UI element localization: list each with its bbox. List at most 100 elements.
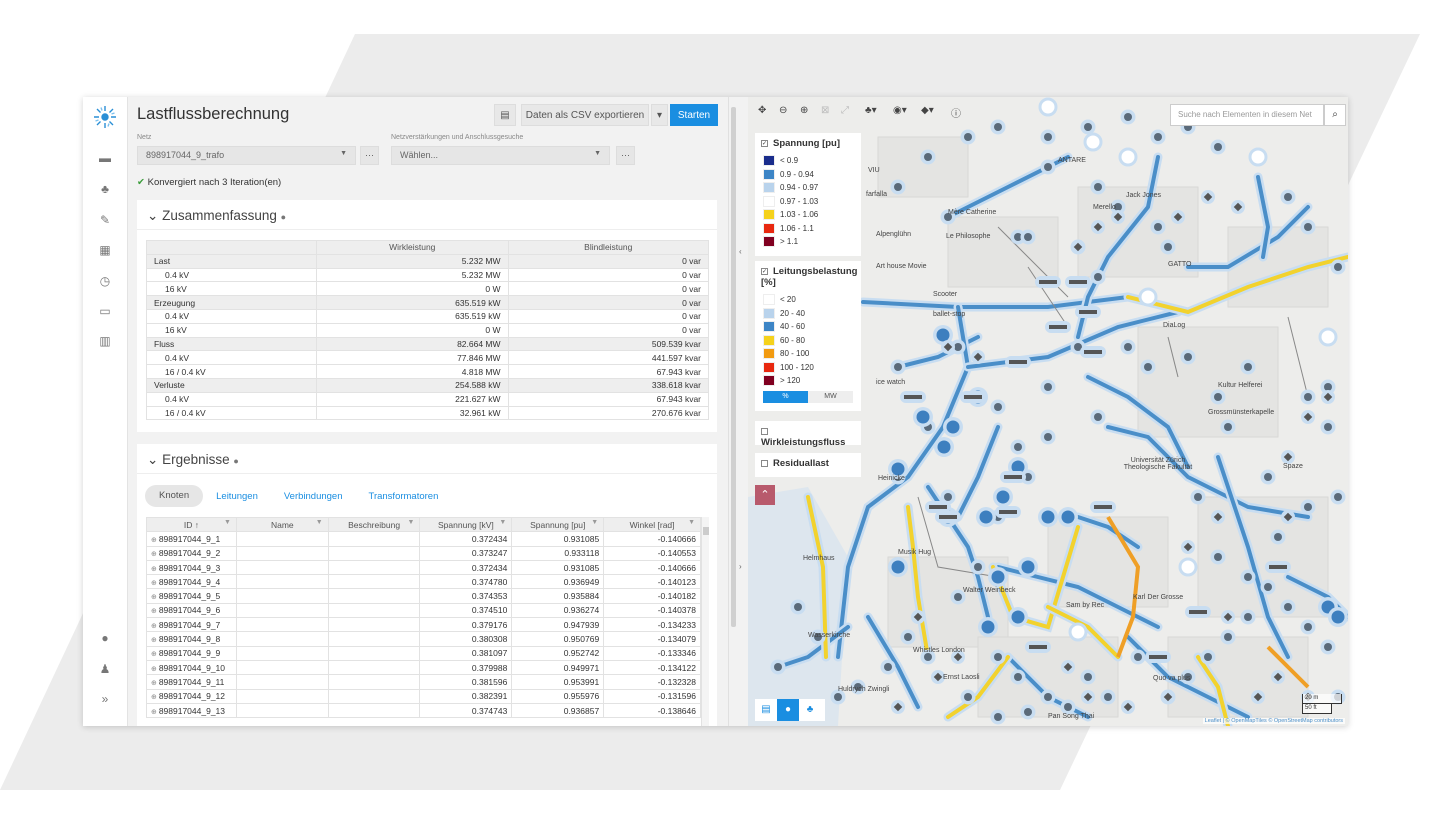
- help-icon[interactable]: ●: [233, 456, 238, 466]
- tab-transformatoren[interactable]: Transformatoren: [356, 491, 452, 502]
- help-icon[interactable]: ●: [281, 212, 286, 222]
- zoom-in-icon[interactable]: ⊕: [800, 105, 808, 116]
- search-icon[interactable]: ⌕: [1324, 104, 1346, 126]
- locate-icon[interactable]: ⊕: [151, 651, 159, 658]
- table-row[interactable]: ⊕ 898917044_9_2 0.373247 0.933118 -0.140553: [146, 545, 701, 561]
- table-row[interactable]: ⊕ 898917044_9_1 0.372434 0.931085 -0.140666: [146, 531, 701, 547]
- map-search-input[interactable]: Suche nach Elementen in diesem Net: [1170, 104, 1324, 126]
- zoom-out-icon[interactable]: ⊖: [779, 105, 787, 116]
- filter-icon[interactable]: ▼: [224, 519, 231, 526]
- network-map[interactable]: ✥ ⊖ ⊕ ⊠ ⤢ ♣▾ ◉▾ ◆▾ ⓘ Suche nach Elemente…: [748, 97, 1348, 726]
- unit-mw-button[interactable]: MW: [808, 390, 853, 403]
- locate-icon[interactable]: ⊕: [151, 709, 159, 716]
- results-column-header[interactable]: Spannung [kV] ▼: [419, 516, 513, 533]
- summary-header[interactable]: ⌄ Zusammenfassung ●: [137, 200, 717, 230]
- table-row[interactable]: ⊕ 898917044_9_8 0.380308 0.950769 -0.134079: [146, 631, 701, 647]
- active-power-toggle[interactable]: Wirkleistungsfluss: [755, 421, 861, 448]
- table-row[interactable]: ⊕ 898917044_9_6 0.374510 0.936274 -0.140378: [146, 602, 701, 619]
- table-row[interactable]: ⊕ 898917044_9_4 0.374780 0.936949 -0.140123: [146, 574, 701, 590]
- filter-icon[interactable]: ▼: [316, 519, 323, 526]
- panel-scrollbar[interactable]: [731, 107, 736, 627]
- map-attribution[interactable]: Leaflet | © OpenMapTiles © OpenStreetMap…: [1202, 718, 1345, 724]
- filter-icon[interactable]: ▼: [688, 519, 695, 526]
- locate-icon[interactable]: ⊕: [151, 594, 159, 601]
- tab-knoten[interactable]: Knoten: [145, 485, 204, 507]
- tab-leitungen[interactable]: Leitungen: [203, 491, 271, 502]
- results-column-header[interactable]: Winkel [rad] ▼: [603, 516, 701, 533]
- monitor-icon[interactable]: ▭: [95, 301, 115, 321]
- results-header[interactable]: ⌄ Ergebnisse ●: [137, 444, 717, 474]
- table-row[interactable]: ⊕ 898917044_9_3 0.372434 0.931085 -0.140666: [146, 559, 701, 576]
- table-row[interactable]: ⊕ 898917044_9_10 0.379988 0.949971 -0.13412…: [146, 659, 701, 676]
- filter-icon[interactable]: ▼: [591, 519, 598, 526]
- fullscreen-icon[interactable]: ⤢: [841, 105, 849, 116]
- clock-icon[interactable]: ◷: [95, 271, 115, 291]
- sort-ascending-icon[interactable]: ↑: [192, 520, 199, 530]
- reinforcement-select[interactable]: Wählen... ▼: [391, 146, 610, 165]
- locate-icon[interactable]: ⊕: [151, 623, 159, 630]
- visibility-icon[interactable]: ◉▾: [893, 105, 907, 116]
- checkbox-icon[interactable]: [761, 427, 768, 435]
- info-icon[interactable]: ⓘ: [951, 105, 961, 120]
- locate-icon[interactable]: ⊕: [151, 580, 159, 587]
- user-icon[interactable]: ♟: [95, 659, 115, 679]
- table-row[interactable]: ⊕ 898917044_9_9 0.381097 0.952742 -0.133346: [146, 645, 701, 661]
- results-column-header[interactable]: Beschreibung ▼: [327, 516, 421, 533]
- panel-divider[interactable]: ‹ ›: [728, 97, 748, 726]
- folder-icon[interactable]: ▬: [95, 148, 115, 168]
- checkbox-checked-icon[interactable]: ✓: [761, 139, 768, 147]
- collapse-legend-button[interactable]: ⌃: [755, 485, 775, 505]
- locate-icon[interactable]: ⊕: [151, 680, 159, 687]
- locate-icon[interactable]: ⊕: [151, 566, 159, 573]
- legend-item-label: 1.06 - 1.1: [780, 223, 814, 233]
- table-row[interactable]: ⊕ 898917044_9_7 0.379176 0.947939 -0.134233: [146, 617, 701, 633]
- locate-icon[interactable]: ⊕: [151, 537, 159, 544]
- tree-view-icon[interactable]: ♣: [799, 699, 821, 721]
- move-icon[interactable]: ✥: [758, 105, 766, 116]
- unit-percent-button[interactable]: %: [763, 390, 808, 403]
- results-column-header[interactable]: Spannung [pu] ▼: [511, 516, 605, 533]
- collapse-left-icon[interactable]: ‹: [739, 247, 742, 256]
- document-icon[interactable]: ▤: [494, 104, 516, 126]
- reinforcement-more-button[interactable]: ···: [616, 146, 635, 165]
- bar-chart-icon[interactable]: ▥: [95, 331, 115, 351]
- net-more-button[interactable]: ···: [360, 146, 379, 165]
- locate-icon[interactable]: ⊕: [151, 551, 159, 558]
- select-area-icon[interactable]: ⊠: [821, 105, 829, 116]
- results-column-header[interactable]: ID ↑ ▼: [146, 516, 237, 533]
- export-dropdown-button[interactable]: ▾: [651, 104, 668, 126]
- net-select[interactable]: 898917044_9_trafo ▼: [137, 146, 356, 165]
- table-row[interactable]: ⊕ 898917044_9_13 0.374743 0.936857 -0.13864…: [146, 702, 701, 719]
- table-scrollbar[interactable]: [701, 517, 709, 726]
- tab-verbindungen[interactable]: Verbindungen: [271, 491, 356, 502]
- table-view-icon[interactable]: ▤: [755, 699, 777, 721]
- checkbox-icon[interactable]: [761, 459, 768, 467]
- residual-load-toggle[interactable]: Residuallast: [755, 453, 861, 477]
- app-logo-icon[interactable]: [92, 104, 118, 130]
- tag-icon[interactable]: ◆▾: [921, 105, 934, 116]
- filter-icon[interactable]: ▼: [408, 519, 415, 526]
- locate-icon[interactable]: ⊕: [151, 637, 159, 644]
- table-row[interactable]: ⊕ 898917044_9_11 0.381596 0.953991 -0.13232…: [146, 674, 701, 690]
- results-column-header[interactable]: Name ▼: [235, 516, 329, 533]
- locate-icon[interactable]: ⊕: [151, 694, 159, 701]
- layout-icon[interactable]: ♣▾: [865, 105, 877, 116]
- filter-icon[interactable]: ▼: [499, 519, 506, 526]
- checkbox-checked-icon[interactable]: ✓: [761, 267, 768, 275]
- help-icon[interactable]: ●: [95, 628, 115, 648]
- globe-icon[interactable]: ●: [777, 699, 799, 721]
- table-row[interactable]: ⊕ 898917044_9_12 0.382391 0.955976 -0.13159…: [146, 688, 701, 704]
- plug-icon[interactable]: ✎: [95, 210, 115, 230]
- export-csv-button[interactable]: Daten als CSV exportieren: [521, 104, 649, 126]
- collapse-right-icon[interactable]: ›: [739, 562, 742, 571]
- start-button[interactable]: Starten: [670, 104, 718, 126]
- locate-icon[interactable]: ⊕: [151, 608, 159, 615]
- calculator-icon[interactable]: ▦: [95, 240, 115, 260]
- table-row[interactable]: ⊕ 898917044_9_5 0.374353 0.935884 -0.140182: [146, 588, 701, 604]
- locate-icon[interactable]: ⊕: [151, 666, 159, 673]
- summary-active-power: 32.961 kW: [316, 405, 509, 421]
- expand-sidebar-icon[interactable]: »: [95, 689, 115, 709]
- voltage-legend-header[interactable]: ✓ Spannung [pu]: [755, 133, 861, 154]
- load-legend-header[interactable]: ✓ Leitungsbelastung [%]: [755, 261, 861, 293]
- network-tree-icon[interactable]: ♣: [95, 179, 115, 199]
